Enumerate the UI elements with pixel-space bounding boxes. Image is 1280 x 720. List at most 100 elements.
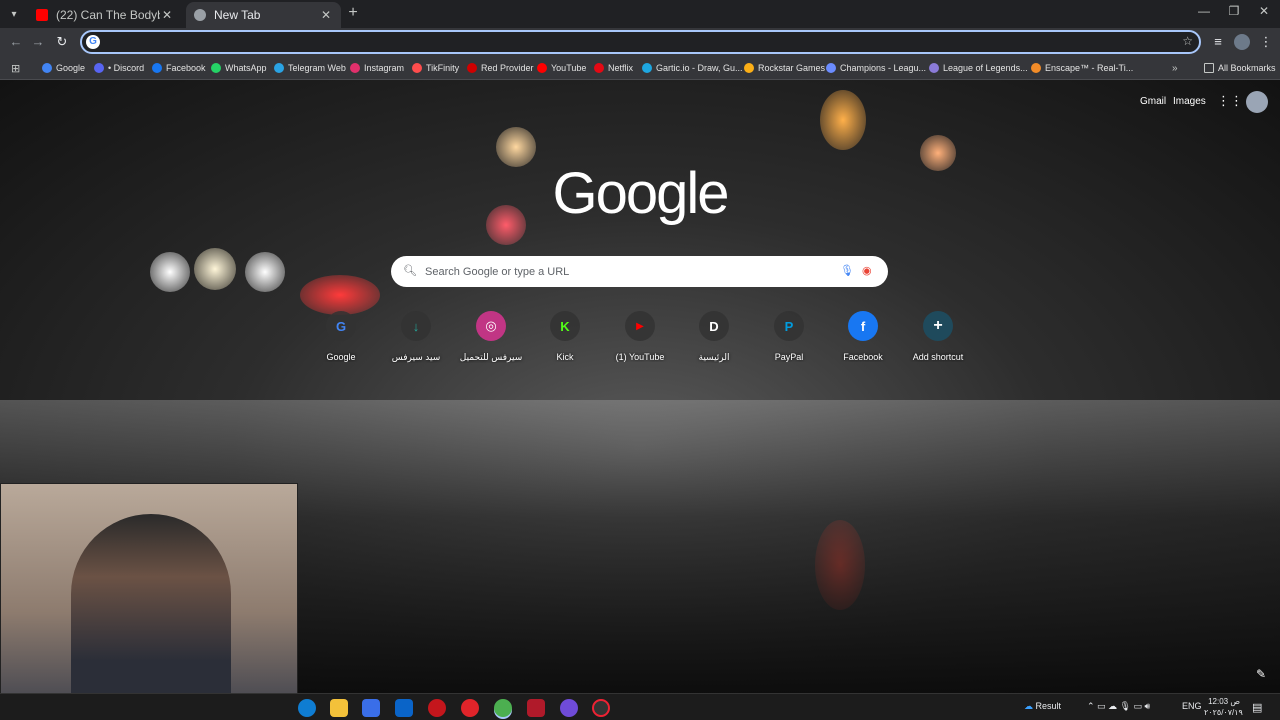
shortcut-google[interactable]: G Google	[305, 311, 377, 371]
shortcut-label: Google	[326, 352, 356, 362]
d-icon: D	[699, 311, 729, 341]
file-explorer-icon[interactable]	[330, 699, 348, 717]
background-bokeh	[920, 135, 956, 171]
bookmark-facebook[interactable]: Facebook	[152, 60, 206, 76]
google-icon	[42, 63, 52, 73]
shortcut-seed-service[interactable]: ↓ سيد سيرفس	[380, 311, 452, 371]
chrome-icon[interactable]	[494, 699, 512, 717]
close-tab-icon[interactable]: ✕	[160, 8, 174, 22]
app-icon[interactable]	[527, 699, 545, 717]
store-icon[interactable]	[362, 699, 380, 717]
tray-icons[interactable]: ⌃ ▭ ☁ 🎙︎ ▭ 🔊︎	[1087, 701, 1150, 712]
edge-icon[interactable]	[298, 699, 316, 717]
address-bar[interactable]: G ☆	[80, 30, 1201, 54]
notification-icon[interactable]: ▤	[1252, 701, 1262, 714]
shortcut-label: سيد سيرفس	[391, 352, 441, 362]
all-bookmarks[interactable]: All Bookmarks	[1204, 60, 1276, 76]
date-text: ٢٠٢٥/٠٧/١٩	[1204, 708, 1243, 717]
customize-pencil-icon[interactable]: ✎	[1256, 667, 1266, 681]
close-window-button[interactable]: ✕	[1248, 4, 1280, 24]
bookmark-gartic[interactable]: Gartic.io - Draw, Gu...	[642, 60, 743, 76]
bookmark-label: • Discord	[108, 63, 145, 73]
app-icon[interactable]	[461, 699, 479, 717]
apps-grid-icon[interactable]: ⊞	[11, 60, 20, 76]
bookmark-label: Telegram Web	[288, 63, 346, 73]
background-bokeh	[486, 205, 526, 245]
bookmark-google[interactable]: Google	[42, 60, 85, 76]
close-tab-icon[interactable]: ✕	[319, 8, 333, 22]
bookmark-label: WhatsApp	[225, 63, 267, 73]
bookmark-instagram[interactable]: Instagram	[350, 60, 404, 76]
download-icon: ↓	[401, 311, 431, 341]
minimize-button[interactable]: —	[1188, 4, 1220, 24]
reading-list-icon[interactable]: ≡	[1210, 34, 1226, 50]
shortcut-service-download[interactable]: ◎ سيرفس للتحميل	[455, 311, 527, 371]
add-shortcut-button[interactable]: + Add shortcut	[902, 311, 974, 371]
background-bokeh	[820, 90, 866, 150]
app-icon[interactable]	[592, 699, 610, 717]
bookmark-star-icon[interactable]: ☆	[1182, 34, 1193, 48]
weather-result[interactable]: ☁ Result	[1024, 701, 1061, 712]
shortcut-facebook[interactable]: f Facebook	[827, 311, 899, 371]
search-box[interactable]: 🔍︎ 🎙︎ ◉	[391, 256, 888, 287]
taskbar: ☁ Result ⌃ ▭ ☁ 🎙︎ ▭ 🔊︎ ENG 12:03 ص ٢٠٢٥/…	[0, 693, 1280, 720]
lens-camera-icon[interactable]: ◉	[862, 264, 876, 278]
app-icon[interactable]	[428, 699, 446, 717]
gmail-link[interactable]: Gmail	[1140, 96, 1166, 107]
bookmark-rockstar[interactable]: Rockstar Games	[744, 60, 825, 76]
outlook-icon[interactable]	[395, 699, 413, 717]
tab-youtube[interactable]: (22) Can The Bodybuilders Lift ✕	[28, 2, 182, 28]
youtube-favicon-icon	[36, 9, 48, 21]
clock[interactable]: 12:03 ص ٢٠٢٥/٠٧/١٩	[1204, 696, 1243, 718]
bookmark-label: Champions - Leagu...	[840, 63, 927, 73]
new-tab-button[interactable]: +	[345, 5, 361, 21]
google-icon: G	[86, 35, 100, 49]
account-avatar[interactable]	[1246, 91, 1268, 113]
reload-button[interactable]: ↻	[54, 34, 70, 50]
bookmark-label: Gartic.io - Draw, Gu...	[656, 63, 743, 73]
tab-new-tab[interactable]: New Tab ✕	[186, 2, 341, 28]
bookmark-telegram[interactable]: Telegram Web	[274, 60, 346, 76]
address-input[interactable]	[106, 34, 1166, 50]
shortcut-label: (1) YouTube	[615, 352, 665, 362]
bookmark-netflix[interactable]: Netflix	[594, 60, 633, 76]
bookmarks-overflow-icon[interactable]: »	[1172, 60, 1178, 76]
back-button[interactable]: ←	[8, 34, 24, 50]
bookmark-youtube[interactable]: YouTube	[537, 60, 586, 76]
search-input[interactable]	[425, 264, 805, 279]
shortcut-paypal[interactable]: P PayPal	[753, 311, 825, 371]
microphone-icon[interactable]: 🎙︎	[840, 264, 854, 278]
shortcut-youtube[interactable]: ▶ (1) YouTube	[604, 311, 676, 371]
bookmark-label: Instagram	[364, 63, 405, 73]
bookmark-red-provider[interactable]: Red Provider	[467, 60, 534, 76]
champions-icon	[826, 63, 836, 73]
shortcut-label: PayPal	[774, 352, 804, 362]
forward-button[interactable]: →	[30, 34, 46, 50]
youtube-icon: ▶	[625, 311, 655, 341]
tab-search-button[interactable]: ▾	[4, 4, 24, 24]
shortcut-label: الرئيسية	[698, 352, 730, 362]
restore-button[interactable]: ❐	[1218, 4, 1250, 24]
youtube-icon	[537, 63, 547, 73]
gartic-icon	[642, 63, 652, 73]
search-icon: 🔍︎	[403, 265, 417, 277]
google-icon: G	[326, 311, 356, 341]
shortcut-kick[interactable]: K Kick	[529, 311, 601, 371]
bookmark-league[interactable]: League of Legends...	[929, 60, 1028, 76]
app-icon[interactable]	[560, 699, 578, 717]
bookmark-discord[interactable]: • Discord	[94, 60, 144, 76]
bookmark-label: Google	[56, 63, 86, 73]
tab-strip: ▾ (22) Can The Bodybuilders Lift ✕ New T…	[0, 0, 1280, 28]
language-indicator[interactable]: ENG	[1182, 701, 1202, 711]
toolbar: ← → ↻ G ☆ ≡ ⋮	[0, 28, 1280, 56]
shortcut-home[interactable]: D الرئيسية	[678, 311, 750, 371]
images-link[interactable]: Images	[1173, 96, 1206, 107]
bookmark-champions[interactable]: Champions - Leagu...	[826, 60, 926, 76]
profile-avatar[interactable]	[1234, 34, 1250, 50]
bookmark-whatsapp[interactable]: WhatsApp	[211, 60, 267, 76]
bookmark-enscape[interactable]: Enscape™ - Real-Ti...	[1031, 60, 1133, 76]
bookmark-label: All Bookmarks	[1218, 63, 1276, 73]
menu-icon[interactable]: ⋮	[1258, 34, 1274, 50]
bookmark-tikfinity[interactable]: TikFinity	[412, 60, 459, 76]
bookmark-label: Netflix	[608, 63, 634, 73]
